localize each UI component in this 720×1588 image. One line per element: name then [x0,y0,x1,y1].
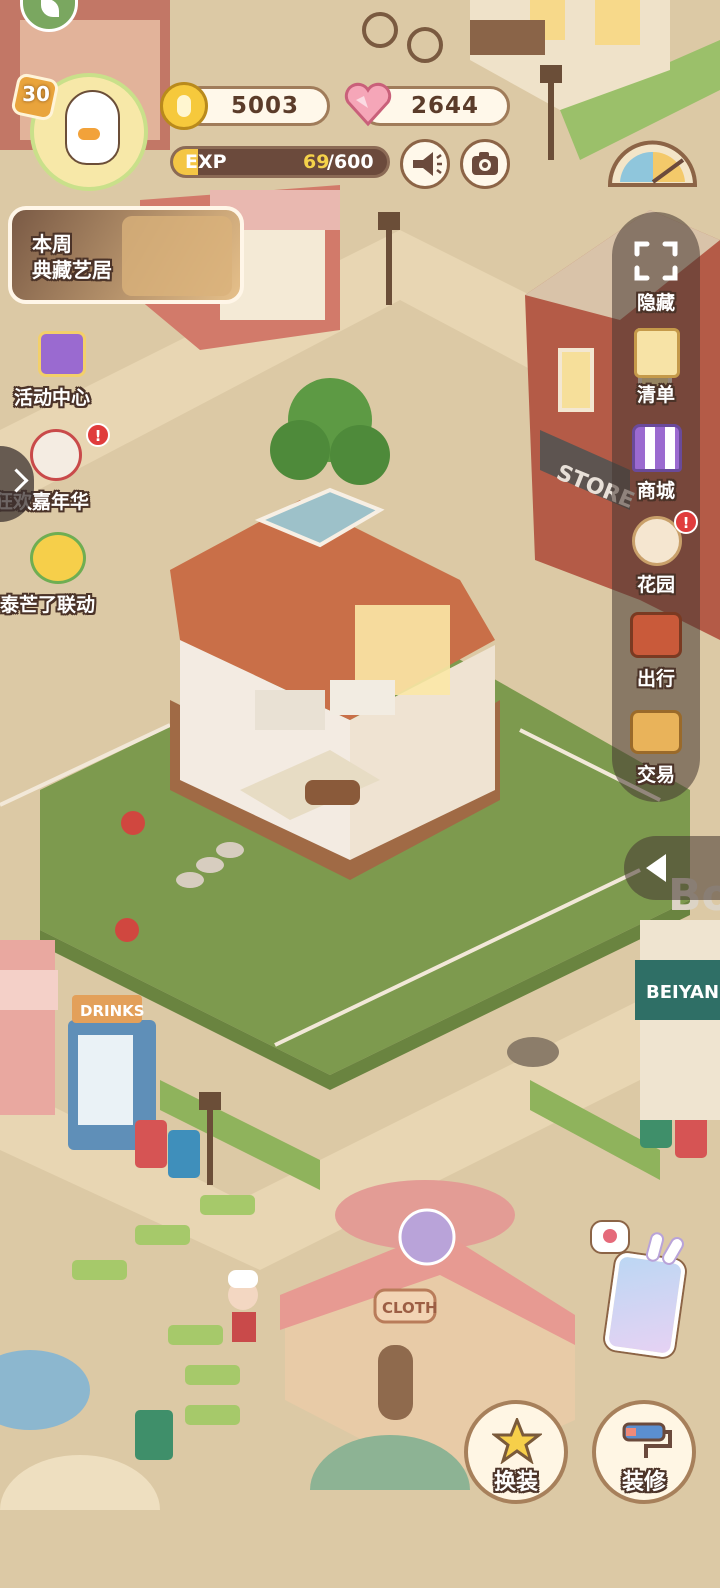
mango-mascot-icon [30,532,86,584]
featured-title-line1: 本周 [32,232,72,256]
outfit-button[interactable]: 换装 [464,1400,568,1504]
cloth-sign: CLOTH [382,1299,438,1317]
wallet-bunny-icon [630,710,682,754]
side-checklist-button[interactable]: 清单 [612,328,700,413]
side-trade-label: 交易 [636,764,675,786]
coin-value: 5003 [230,93,299,119]
leaf-icon [41,0,59,17]
side-hide-label: 隐藏 [636,292,675,314]
heart-gem-icon [342,80,394,128]
camera-button[interactable] [460,139,510,189]
day-time-gauge[interactable] [605,130,700,190]
carnival-alert-badge: ! [86,423,110,447]
chat-bubble-icon [590,1220,630,1254]
exp-bar: EXP 69 /600 [170,146,390,178]
avatar[interactable]: 30 [10,68,150,193]
megaphone-icon [413,152,442,176]
outfit-label: 换装 [493,1470,538,1495]
collab-label: 泰芒了联动 [0,594,96,616]
decorate-label: 装修 [621,1470,666,1495]
featured-title-line2: 典藏艺居 [32,258,112,282]
side-shop-label: 商城 [636,480,675,502]
side-trade-button[interactable]: 交易 [612,706,700,791]
drinks-sign: DRINKS [80,1002,145,1020]
collab-button[interactable]: 泰芒了联动 [0,530,120,620]
phone-button[interactable] [590,1220,700,1360]
beiyan-sign: BEIYAN [646,982,719,1003]
chevron-left-icon [646,854,666,882]
exp-label: EXP [185,151,227,173]
goose-beak-icon [78,128,100,140]
shop-stall-icon [632,424,682,472]
side-shop-button[interactable]: 商城 [612,422,700,507]
exp-current: 69 [303,151,330,173]
star-shirt-icon [490,1415,544,1465]
side-garden-label: 花园 [636,574,675,596]
side-checklist-label: 清单 [636,384,675,406]
side-hide-button[interactable]: 隐藏 [612,236,700,316]
suitcase-hat-icon [630,612,682,658]
side-travel-button[interactable]: 出行 [612,608,700,693]
checklist-icon [634,328,680,378]
level-value: 30 [22,82,50,106]
event-center-button[interactable]: 活动中心 [10,325,110,410]
paint-roller-icon [618,1418,674,1464]
gift-box-icon [38,331,86,377]
exp-max: /600 [327,151,374,173]
weekly-featured-card[interactable]: 本周 典藏艺居 [8,206,244,304]
announcement-button[interactable] [400,139,450,189]
side-travel-label: 出行 [636,668,675,690]
camera-icon [472,152,498,175]
coin-icon [160,82,208,130]
phone-icon [603,1251,687,1359]
featured-room-image [122,216,232,296]
heart-value: 2644 [410,93,479,119]
garden-alert-badge: ! [674,510,698,534]
side-garden-button[interactable]: ! 花园 [612,510,700,599]
jester-icon [30,429,82,481]
collapse-right-tab[interactable] [624,836,720,900]
chevron-right-icon [4,468,29,493]
fullscreen-bracket-icon [634,241,678,281]
decorate-button[interactable]: 装修 [592,1400,696,1504]
event-center-label: 活动中心 [14,387,91,409]
